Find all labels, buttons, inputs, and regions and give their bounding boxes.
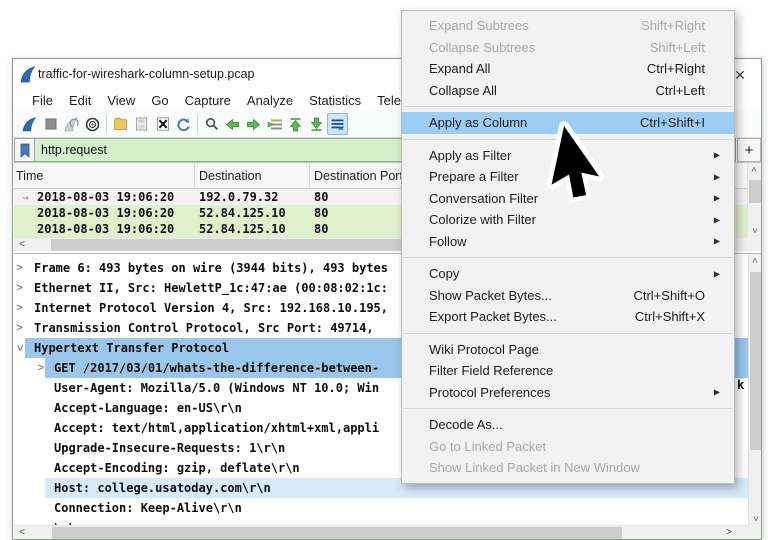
menu-item-collapse-subtrees: Collapse SubtreesShift+Left	[402, 37, 734, 59]
menu-item-wiki-protocol-page[interactable]: Wiki Protocol Page	[402, 339, 734, 361]
add-filter-button[interactable]: +	[737, 138, 761, 162]
submenu-arrow-icon: ▶	[714, 215, 720, 224]
cell-time: 2018-08-03 19:06:20	[37, 206, 195, 220]
menu-analyze[interactable]: Analyze	[239, 93, 301, 108]
restart-capture-icon[interactable]	[61, 113, 82, 135]
submenu-arrow-icon: ▶	[714, 269, 720, 278]
toolbar-separator	[197, 115, 198, 133]
column-header-time[interactable]: Time	[14, 163, 195, 188]
clipped-text-fragment: k	[737, 378, 744, 392]
scroll-up-icon[interactable]: >	[748, 163, 761, 176]
find-packet-icon[interactable]	[201, 113, 222, 135]
close-file-icon[interactable]	[152, 113, 173, 135]
expander-icon[interactable]: >	[14, 302, 25, 314]
menu-capture[interactable]: Capture	[177, 93, 239, 108]
menu-item-protocol-preferences[interactable]: Protocol Preferences▶	[402, 382, 734, 404]
go-forward-icon[interactable]	[243, 113, 264, 135]
menu-separator	[403, 257, 733, 258]
scroll-up-icon[interactable]: >	[749, 254, 761, 267]
go-to-bottom-icon[interactable]	[306, 113, 327, 135]
menu-separator	[403, 333, 733, 334]
scroll-left-icon[interactable]: <	[14, 238, 30, 251]
menu-view[interactable]: View	[99, 93, 143, 108]
column-header-destination[interactable]: Destination	[195, 163, 310, 188]
bookmark-icon	[19, 143, 31, 158]
toolbar-separator	[106, 115, 107, 133]
scroll-thumb[interactable]	[52, 527, 622, 539]
submenu-arrow-icon: ▶	[714, 151, 720, 160]
filter-bookmark-button[interactable]	[14, 138, 35, 162]
scroll-left-icon[interactable]: <	[14, 526, 30, 539]
scroll-right-icon[interactable]: >	[721, 526, 737, 539]
menu-item-go-to-linked-packet: Go to Linked Packet	[402, 436, 734, 458]
submenu-arrow-icon: ▶	[714, 388, 720, 397]
cell-destination: 52.84.125.10	[195, 206, 310, 220]
expander-icon[interactable]: >	[14, 282, 25, 294]
save-file-icon[interactable]	[131, 113, 152, 135]
menu-file[interactable]: File	[24, 93, 61, 108]
details-vscrollbar[interactable]: > >	[748, 254, 761, 525]
first-packet-arrow-icon: →	[14, 191, 37, 204]
submenu-arrow-icon: ▶	[714, 194, 720, 203]
go-back-icon[interactable]	[222, 113, 243, 135]
submenu-arrow-icon: ▶	[714, 172, 720, 181]
scroll-down-icon[interactable]: >	[748, 224, 761, 237]
menu-edit[interactable]: Edit	[61, 93, 99, 108]
wireshark-fin-icon	[20, 66, 36, 83]
go-to-packet-icon[interactable]	[264, 113, 285, 135]
scroll-thumb[interactable]	[749, 180, 761, 203]
menu-item-expand-subtrees: Expand SubtreesShift+Right	[402, 15, 734, 37]
expander-icon[interactable]: >	[37, 362, 45, 374]
submenu-arrow-icon: ▶	[714, 237, 720, 246]
menu-item-filter-field-reference[interactable]: Filter Field Reference	[402, 360, 734, 382]
context-menu: Expand SubtreesShift+Right Collapse Subt…	[401, 10, 735, 484]
cell-destination: 192.0.79.32	[195, 190, 310, 204]
start-capture-fin-icon[interactable]	[19, 113, 40, 135]
menu-item-collapse-all[interactable]: Collapse AllCtrl+Left	[402, 80, 734, 102]
details-hscrollbar[interactable]: < >	[14, 525, 748, 539]
stop-capture-icon[interactable]	[40, 113, 61, 135]
menu-item-export-packet-bytes[interactable]: Export Packet Bytes...Ctrl+Shift+X	[402, 306, 734, 328]
detail-row[interactable]: > Connection: Keep-Alive\r\n	[14, 498, 748, 518]
menu-go[interactable]: Go	[143, 93, 176, 108]
detail-text: Connection: Keep-Alive\r\n	[45, 498, 748, 518]
cell-destination: 52.84.125.10	[195, 222, 310, 236]
scroll-thumb[interactable]	[750, 272, 761, 450]
menu-statistics[interactable]: Statistics	[301, 93, 369, 108]
expander-icon[interactable]: >	[14, 322, 25, 334]
menu-item-show-packet-bytes[interactable]: Show Packet Bytes...Ctrl+Shift+O	[402, 285, 734, 307]
auto-scroll-icon[interactable]	[327, 113, 348, 135]
menu-item-decode-as[interactable]: Decode As...	[402, 414, 734, 436]
cell-time: 2018-08-03 19:06:20	[37, 190, 195, 204]
go-to-top-icon[interactable]	[285, 113, 306, 135]
menu-item-copy[interactable]: Copy▶	[402, 263, 734, 285]
packet-list-vscrollbar[interactable]: > >	[747, 163, 761, 237]
reload-icon[interactable]	[173, 113, 194, 135]
menu-item-show-linked-packet-in-new-window: Show Linked Packet in New Window	[402, 457, 734, 479]
window-title: traffic-for-wireshark-column-setup.pcap	[38, 67, 255, 81]
menu-separator	[403, 106, 733, 107]
capture-options-icon[interactable]	[82, 113, 103, 135]
cell-time: 2018-08-03 19:06:20	[37, 222, 195, 236]
scroll-down-icon[interactable]: >	[749, 512, 761, 525]
menu-separator	[403, 408, 733, 409]
menu-item-follow[interactable]: Follow▶	[402, 231, 734, 253]
open-file-folder-icon[interactable]	[110, 113, 131, 135]
expander-open-icon[interactable]: >	[14, 343, 26, 354]
menu-item-colorize-with-filter[interactable]: Colorize with Filter▶	[402, 209, 734, 231]
menu-item-expand-all[interactable]: Expand AllCtrl+Right	[402, 58, 734, 80]
expander-icon[interactable]: >	[14, 262, 25, 274]
mouse-cursor-icon	[548, 120, 626, 212]
